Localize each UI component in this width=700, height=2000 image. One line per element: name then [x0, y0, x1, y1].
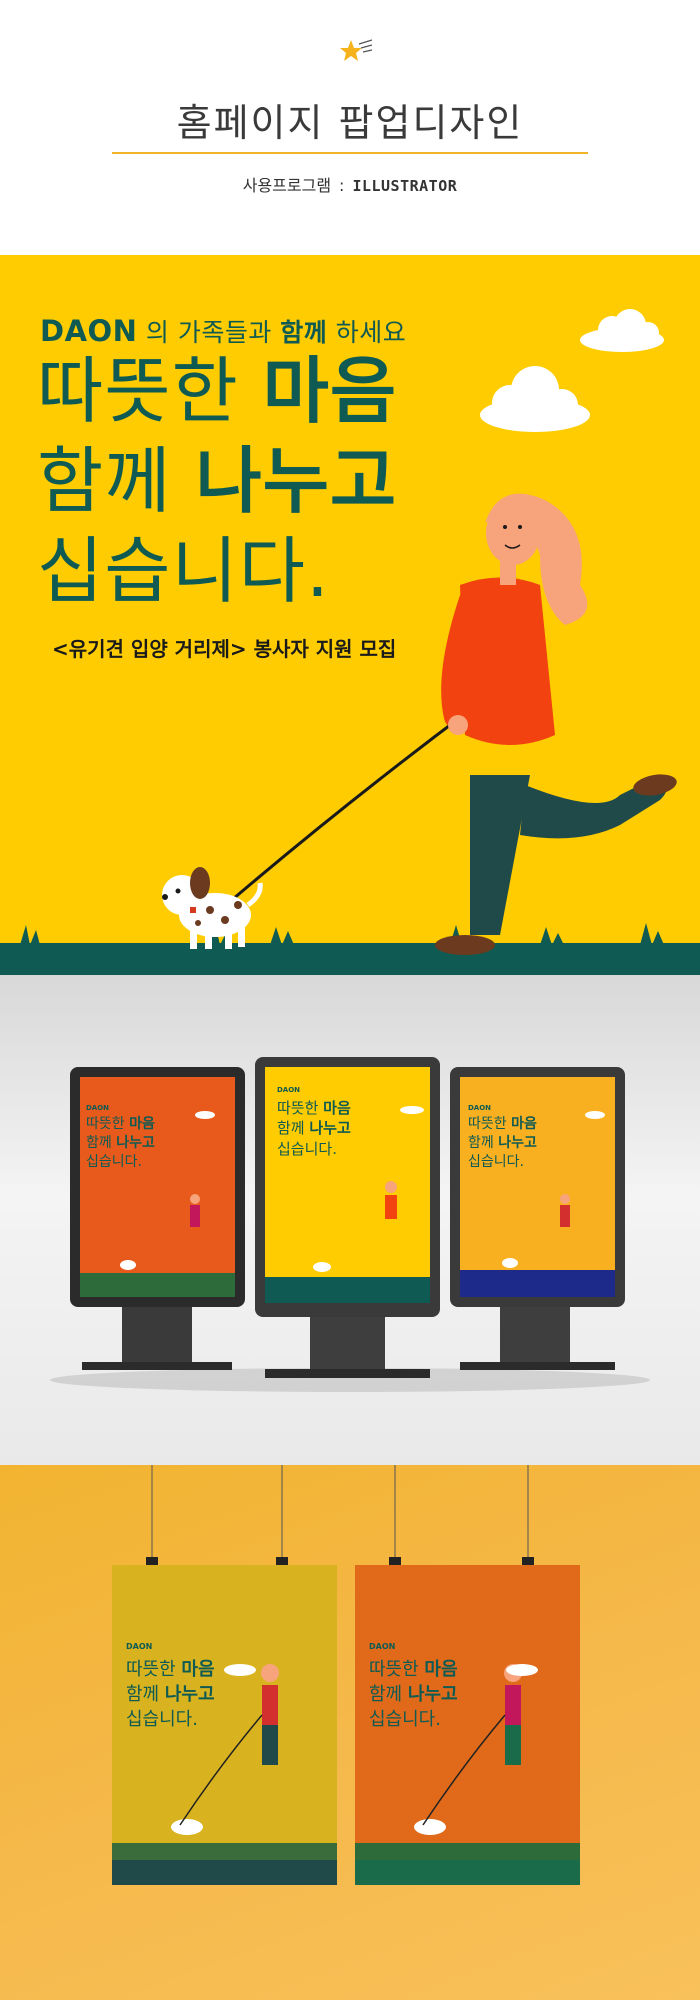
headline-text: 따뜻한	[37, 349, 263, 433]
hanging-posters-section: DAON 따뜻한 마음 함께 나누고 십습니다. DAON 따뜻한 마음 함께 나누고…	[0, 1465, 700, 2000]
tagline-text-end: 하세요	[327, 318, 407, 347]
headline-line-2: 함께 나누고	[37, 445, 397, 517]
kiosk-left-headline: 따뜻한 마음 함께 나누고 십습니다.	[86, 1116, 155, 1170]
poster-left-tagline: DAON	[126, 1642, 153, 1651]
headline-text: 함께	[37, 439, 196, 523]
ground	[0, 943, 700, 975]
kiosk-mockup-section: DAON 따뜻한 마음 함께 나누고 십습니다. DAON 따뜻한 마음 함께 나누고…	[0, 975, 700, 1465]
brand-name: DAON	[40, 314, 138, 348]
poster-right-tagline: DAON	[369, 1642, 396, 1651]
cloud-icon	[580, 309, 664, 352]
kiosk-mockups	[50, 1057, 650, 1392]
title-divider	[112, 152, 588, 154]
popup-banner: DAON 의 가족들과 함께 하세요 따뜻한 마음 함께 나누고 십습니다. <…	[0, 255, 700, 975]
grass	[20, 923, 664, 945]
program-label: 사용프로그램	[242, 176, 332, 195]
page-title: 홈페이지 팝업디자인	[176, 101, 524, 145]
headline-bold: 마음	[262, 349, 398, 433]
cloud-icon	[480, 366, 590, 432]
program-separator: :	[339, 176, 345, 195]
headline-line-1: 따뜻한 마음	[37, 355, 397, 427]
headline-bold: 나누고	[195, 439, 398, 523]
program-info: 사용프로그램: ILLUSTRATOR	[0, 172, 700, 196]
recruit-text: <유기견 입양 거리제> 봉사자 지원 모집	[52, 637, 397, 661]
banner-tagline: DAON 의 가족들과 함께 하세요	[40, 313, 406, 349]
poster-left-headline: 따뜻한 마음 함께 나누고 십습니다.	[126, 1659, 215, 1731]
kiosk-left-tagline: DAON	[86, 1104, 110, 1112]
woman-illustration	[435, 493, 677, 955]
dog-illustration	[162, 867, 263, 949]
program-value: ILLUSTRATOR	[352, 177, 458, 195]
tagline-bold: 함께	[280, 318, 328, 347]
kiosk-center-headline: 따뜻한 마음 함께 나누고 십습니다.	[277, 1099, 351, 1158]
kiosk-center-tagline: DAON	[277, 1086, 301, 1094]
headline-line-3: 십습니다.	[37, 529, 330, 613]
header: 홈페이지 팝업디자인 사용프로그램: ILLUSTRATOR	[0, 0, 700, 255]
kiosk-left	[70, 1067, 245, 1370]
kiosk-right-tagline: DAON	[468, 1104, 492, 1112]
poster-right-headline: 따뜻한 마음 함께 나누고 십습니다.	[369, 1659, 458, 1731]
star-icon	[340, 39, 373, 61]
leash	[204, 708, 471, 925]
tagline-text: 의 가족들과	[137, 318, 281, 347]
kiosk-right-headline: 따뜻한 마음 함께 나누고 십습니다.	[468, 1116, 537, 1170]
hanging-posters	[112, 1465, 580, 1885]
